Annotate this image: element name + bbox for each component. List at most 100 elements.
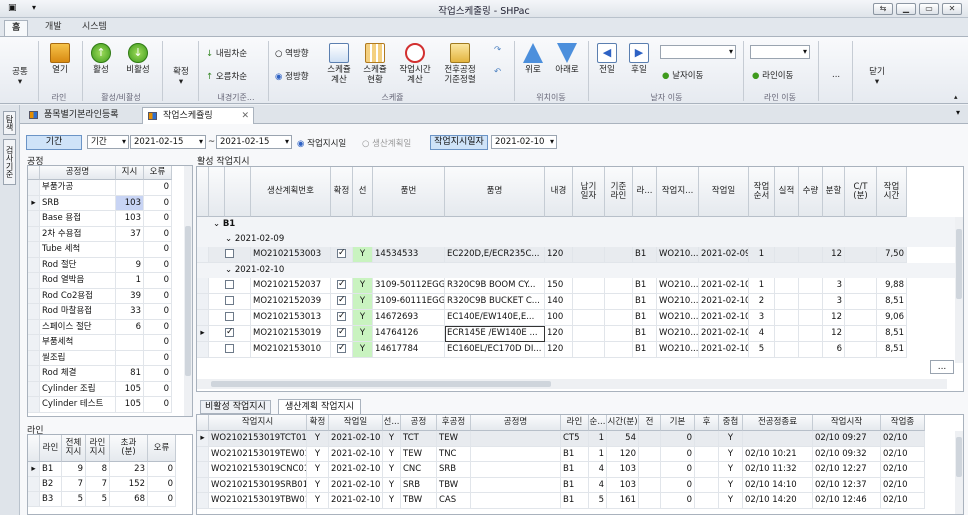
active-ct-cell[interactable]: 8,51 — [877, 326, 907, 342]
active-header-15[interactable]: C/T (분) — [845, 167, 877, 217]
active-conf-cell[interactable]: ✓ — [331, 310, 353, 326]
tab-home[interactable]: 홈 — [4, 20, 29, 36]
active-bore-cell[interactable]: 150 — [545, 278, 573, 294]
bottom-header-14[interactable]: 전공정종료 — [743, 415, 813, 431]
collapse-icon[interactable]: ⌄ — [225, 265, 232, 275]
process-scroll-thumb[interactable] — [185, 226, 191, 376]
active-header-16[interactable]: 작업 시간 — [877, 167, 907, 217]
active-qty-cell[interactable]: 12 — [823, 326, 845, 342]
active-no-cell[interactable]: MO2102152037 — [251, 278, 331, 294]
active-date-cell[interactable]: 2021-02-10 — [699, 294, 749, 310]
active-hscroll[interactable] — [197, 379, 947, 389]
active-name-cell[interactable]: EC140E/EW140E,E... — [445, 310, 545, 326]
close-button[interactable]: 닫기 ▾ — [864, 67, 890, 87]
row-indicator[interactable] — [197, 493, 209, 509]
checkbox-icon[interactable] — [225, 280, 234, 289]
row-indicator[interactable] — [28, 180, 40, 196]
active-name-cell[interactable]: R320C9B BUCKET C... — [445, 294, 545, 310]
row-indicator[interactable]: ▸ — [28, 462, 40, 477]
confirmed-check-icon[interactable]: ✓ — [337, 328, 346, 337]
row-indicator[interactable] — [28, 211, 40, 227]
row-indicator[interactable] — [28, 242, 40, 258]
active-header-4[interactable]: 품명 — [445, 167, 545, 217]
active-bore-cell[interactable]: 120 — [545, 342, 573, 358]
active-bore-cell[interactable]: 100 — [545, 310, 573, 326]
bottom-header-16[interactable]: 작업종 — [881, 415, 925, 431]
tab-system[interactable]: 시스템 — [75, 20, 114, 36]
active-ct-cell[interactable]: 8,51 — [877, 294, 907, 310]
active-header-9[interactable]: 작업지... — [657, 167, 699, 217]
active-qty-cell[interactable]: 6 — [823, 342, 845, 358]
active-line-cell[interactable]: B1 — [633, 326, 657, 342]
from-date-select[interactable]: 2021-02-15 — [130, 135, 206, 149]
active-conf-cell[interactable]: ✓ — [331, 278, 353, 294]
confirmed-check-icon[interactable]: ✓ — [337, 280, 346, 289]
bottom-header-11[interactable]: 기본 — [661, 415, 695, 431]
row-indicator[interactable]: ▸ — [197, 431, 209, 447]
active-seq-cell[interactable]: 1 — [749, 278, 775, 294]
active-name-cell[interactable]: EC160EL/EC170D DI... — [445, 342, 545, 358]
minimize-button[interactable]: ▁ — [896, 3, 916, 15]
tab-development[interactable]: 개발 — [38, 20, 69, 36]
line-header-3[interactable]: 초과 (분) — [110, 435, 148, 462]
select-all-header[interactable] — [225, 167, 251, 217]
sort-asc-button[interactable]: ↑ 오름차순 — [206, 70, 247, 82]
open-button[interactable]: 열기 — [44, 43, 76, 75]
row-indicator[interactable] — [28, 397, 40, 413]
active-header-10[interactable]: 작업일 — [699, 167, 749, 217]
checkbox-icon[interactable] — [225, 249, 234, 258]
row-indicator[interactable] — [197, 278, 209, 294]
process-name-header[interactable]: 공정명 — [40, 166, 116, 180]
bottom-header-4[interactable]: 공정 — [401, 415, 437, 431]
active-wo-cell[interactable]: WO210... — [657, 247, 699, 263]
row-indicator[interactable] — [28, 273, 40, 289]
side-tab-inspection[interactable]: 검사기준 — [3, 139, 16, 185]
active-part-cell[interactable]: 14534533 — [373, 247, 445, 263]
date-move-button[interactable]: ● 날자이동 — [662, 69, 703, 81]
active-ct-cell[interactable]: 9,06 — [877, 310, 907, 326]
row-indicator[interactable] — [28, 381, 40, 397]
doc-tab-line-register[interactable]: 품목별기본라인등록 — [24, 107, 138, 124]
group-row-date[interactable]: ⌄ 2021-02-10 — [197, 263, 957, 278]
bottom-header-10[interactable]: 전 — [639, 415, 661, 431]
confirmed-check-icon[interactable]: ✓ — [337, 344, 346, 353]
active-line-cell[interactable]: B1 — [633, 278, 657, 294]
active-sel-cell[interactable]: Y — [353, 310, 373, 326]
active-seq-cell[interactable]: 3 — [749, 310, 775, 326]
close-window-button[interactable]: ✕ — [942, 3, 962, 15]
active-date-cell[interactable]: 2021-02-09 — [699, 247, 749, 263]
work-date-select[interactable]: 2021-02-10 — [491, 135, 557, 149]
active-no-cell[interactable]: MO2102153013 — [251, 310, 331, 326]
row-checkbox[interactable]: ✓ — [209, 326, 251, 342]
active-no-cell[interactable]: MO2102153003 — [251, 247, 331, 263]
active-qty-cell[interactable]: 3 — [823, 278, 845, 294]
sort-desc-button[interactable]: ↓ 내림차순 — [206, 47, 247, 59]
row-indicator[interactable] — [28, 226, 40, 242]
line-header-1[interactable]: 전체 지시 — [62, 435, 86, 462]
active-header-2[interactable]: 선 — [353, 167, 373, 217]
bottom-header-12[interactable]: 후 — [695, 415, 719, 431]
confirmed-check-icon[interactable]: ✓ — [337, 312, 346, 321]
row-checkbox[interactable] — [209, 342, 251, 358]
active-line-cell[interactable]: B1 — [633, 247, 657, 263]
redo-icon[interactable]: ↷ — [494, 45, 501, 55]
active-part-cell[interactable]: 3109-60111EGG — [373, 294, 445, 310]
active-date-cell[interactable]: 2021-02-10 — [699, 342, 749, 358]
active-ct-cell[interactable]: 8,51 — [877, 342, 907, 358]
active-seq-cell[interactable]: 1 — [749, 247, 775, 263]
plan-date-radio[interactable]: ○ 생산계획일 — [362, 137, 411, 149]
active-name-cell[interactable]: EC220D,E/ECR235C... — [445, 247, 545, 263]
line-move-select[interactable] — [750, 45, 810, 59]
active-line-cell[interactable]: B1 — [633, 342, 657, 358]
switch-window-button[interactable]: ⇆ — [873, 3, 893, 15]
active-date-cell[interactable]: 2021-02-10 — [699, 326, 749, 342]
bottom-header-13[interactable]: 중첩 — [719, 415, 743, 431]
row-indicator[interactable] — [197, 310, 209, 326]
row-indicator[interactable] — [28, 304, 40, 320]
doc-tab-scheduling[interactable]: 작업스케쥴링 ✕ — [142, 107, 254, 124]
row-indicator[interactable] — [197, 247, 209, 263]
active-sel-cell[interactable]: Y — [353, 342, 373, 358]
active-line-cell[interactable]: B1 — [633, 310, 657, 326]
active-wo-cell[interactable]: WO210... — [657, 342, 699, 358]
order-count-header[interactable]: 지시 — [116, 166, 144, 180]
